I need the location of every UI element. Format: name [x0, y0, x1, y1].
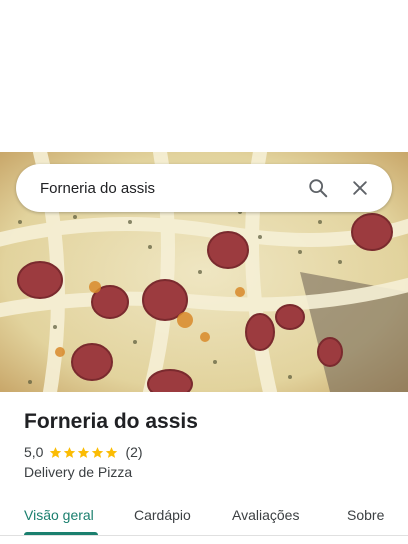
tab-reviews[interactable]: Avaliações	[232, 494, 299, 536]
rating-row[interactable]: 5,0 (2)	[24, 444, 384, 460]
search-bar[interactable]: Forneria do assis	[16, 164, 392, 212]
star-rating	[49, 446, 119, 459]
rating-value: 5,0	[24, 444, 44, 460]
star-icon	[106, 446, 118, 458]
place-info: Forneria do assis 5,0 (2) Delivery de Pi…	[24, 408, 384, 480]
search-input[interactable]: Forneria do assis	[40, 180, 294, 197]
search-icon[interactable]	[300, 170, 336, 206]
review-count[interactable]: (2)	[125, 444, 142, 460]
star-icon	[64, 446, 76, 458]
tab-about[interactable]: Sobre	[347, 494, 384, 536]
map-blank-area	[0, 0, 408, 152]
tab-menu[interactable]: Cardápio	[134, 494, 191, 536]
place-name: Forneria do assis	[24, 410, 198, 433]
tab-overview[interactable]: Visão geral	[24, 494, 94, 536]
star-icon	[78, 446, 90, 458]
active-tab-indicator	[24, 532, 98, 535]
close-icon[interactable]	[342, 170, 378, 206]
place-category: Delivery de Pizza	[24, 464, 133, 480]
star-icon	[92, 446, 104, 458]
place-tabs: Visão geral Cardápio Avaliações Sobre	[0, 494, 408, 536]
star-icon	[50, 446, 62, 458]
